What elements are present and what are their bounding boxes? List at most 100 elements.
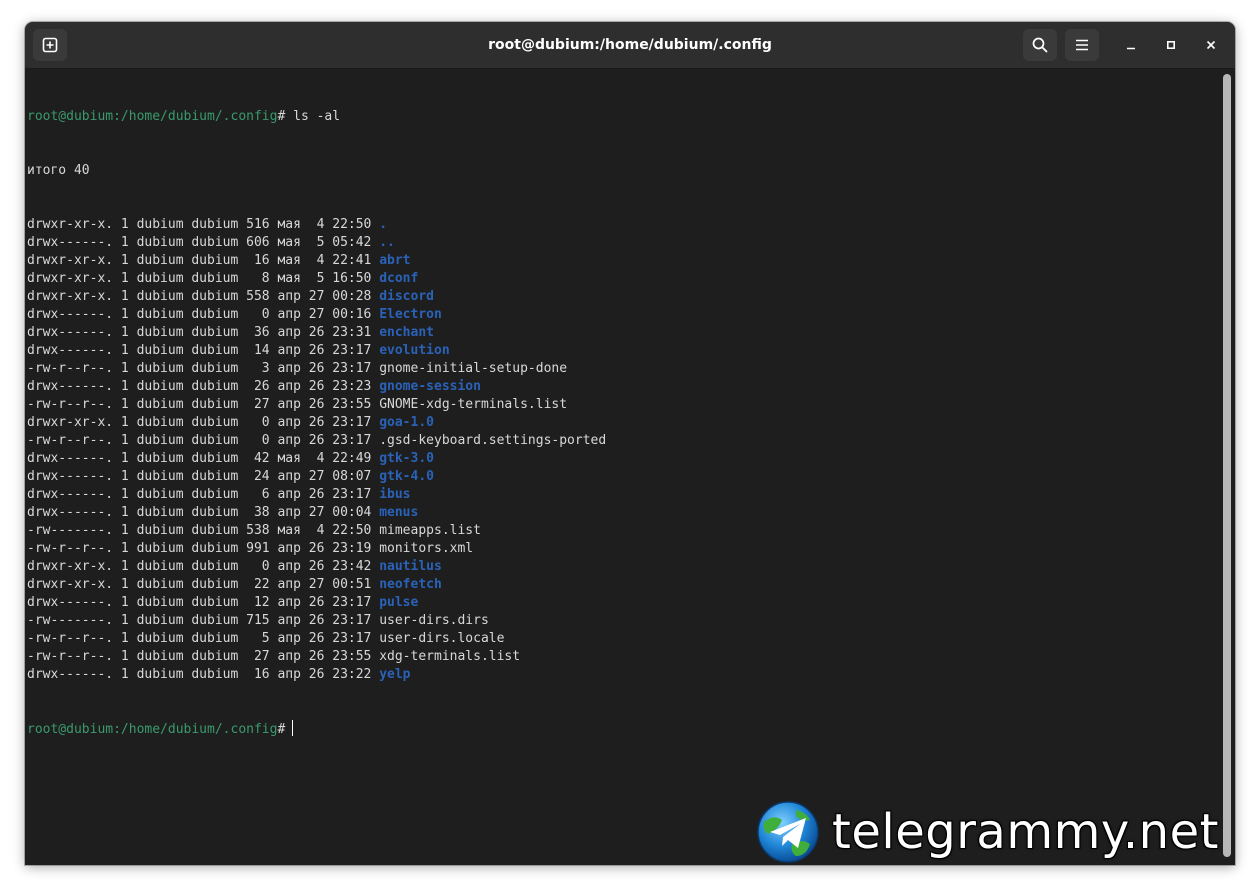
listing-row: -rw-r--r--. 1 dubium dubium 27 апр 26 23… <box>27 396 1221 414</box>
entry-meta: drwx------. 1 dubium dubium 12 апр 26 23… <box>27 595 380 610</box>
directory-name: neofetch <box>379 577 442 592</box>
terminal-window: root@dubium:/home/dubium/.config root@du… <box>25 22 1235 865</box>
entry-meta: drwxr-xr-x. 1 dubium dubium 16 мая 4 22:… <box>27 253 380 268</box>
entry-meta: drwxr-xr-x. 1 dubium dubium 8 мая 5 16:5… <box>27 271 380 286</box>
entry-meta: drwx------. 1 dubium dubium 16 апр 26 23… <box>27 667 380 682</box>
file-name: mimeapps.list <box>379 523 481 538</box>
text-cursor <box>292 720 294 736</box>
file-name: xdg-terminals.list <box>379 649 521 664</box>
watermark: telegrammy.net <box>756 800 1246 865</box>
prompt-user: root@dubium <box>27 722 114 737</box>
file-name: monitors.xml <box>379 541 474 556</box>
prompt-user: root@dubium <box>27 109 114 124</box>
directory-name: goa-1.0 <box>379 415 434 430</box>
listing-row: drwx------. 1 dubium dubium 36 апр 26 23… <box>27 324 1221 342</box>
entry-meta: drwxr-xr-x. 1 dubium dubium 22 апр 27 00… <box>27 577 380 592</box>
directory-name: yelp <box>379 667 411 682</box>
entry-meta: drwxr-xr-x. 1 dubium dubium 0 апр 26 23:… <box>27 559 380 574</box>
entry-meta: -rw-r--r--. 1 dubium dubium 0 апр 26 23:… <box>27 433 380 448</box>
directory-name: abrt <box>379 253 411 268</box>
listing-row: drwx------. 1 dubium dubium 24 апр 27 08… <box>27 468 1221 486</box>
command-text: ls -al <box>285 109 341 124</box>
maximize-button[interactable] <box>1159 33 1183 57</box>
listing-row: drwxr-xr-x. 1 dubium dubium 516 мая 4 22… <box>27 216 1221 234</box>
menu-button[interactable] <box>1065 29 1099 61</box>
search-icon <box>1032 37 1048 53</box>
prompt-path: :/home/dubium/.config <box>113 109 278 124</box>
entry-meta: drwx------. 1 dubium dubium 0 апр 27 00:… <box>27 307 380 322</box>
listing: drwxr-xr-x. 1 dubium dubium 516 мая 4 22… <box>27 216 1221 684</box>
terminal-output[interactable]: root@dubium:/home/dubium/.config# ls -al… <box>25 69 1221 865</box>
entry-meta: drwx------. 1 dubium dubium 26 апр 26 23… <box>27 379 380 394</box>
entry-meta: -rw-r--r--. 1 dubium dubium 991 апр 26 2… <box>27 541 380 556</box>
directory-name: dconf <box>379 271 419 286</box>
listing-row: drwx------. 1 dubium dubium 606 мая 5 05… <box>27 234 1221 252</box>
scrollbar[interactable] <box>1223 74 1231 857</box>
listing-row: drwx------. 1 dubium dubium 26 апр 26 23… <box>27 378 1221 396</box>
close-icon <box>1206 40 1216 50</box>
directory-name: discord <box>379 289 434 304</box>
listing-row: -rw-------. 1 dubium dubium 715 апр 26 2… <box>27 612 1221 630</box>
listing-row: -rw-r--r--. 1 dubium dubium 991 апр 26 2… <box>27 540 1221 558</box>
listing-row: drwx------. 1 dubium dubium 12 апр 26 23… <box>27 594 1221 612</box>
listing-row: -rw-r--r--. 1 dubium dubium 3 апр 26 23:… <box>27 360 1221 378</box>
new-tab-icon <box>42 37 58 53</box>
watermark-text: telegrammy.net <box>832 804 1219 860</box>
minimize-icon <box>1127 47 1135 50</box>
directory-name: enchant <box>379 325 434 340</box>
window-title: root@dubium:/home/dubium/.config <box>488 37 772 53</box>
prompt-path: :/home/dubium/.config <box>113 722 278 737</box>
file-name: user-dirs.locale <box>379 631 505 646</box>
directory-name: nautilus <box>379 559 442 574</box>
directory-name: evolution <box>379 343 450 358</box>
file-name: gnome-initial-setup-done <box>379 361 568 376</box>
file-name: GNOME-xdg-terminals.list <box>379 397 568 412</box>
entry-meta: -rw-------. 1 dubium dubium 538 мая 4 22… <box>27 523 380 538</box>
entry-meta: -rw-------. 1 dubium dubium 715 апр 26 2… <box>27 613 380 628</box>
listing-row: drwxr-xr-x. 1 dubium dubium 8 мая 5 16:5… <box>27 270 1221 288</box>
listing-row: -rw-------. 1 dubium dubium 538 мая 4 22… <box>27 522 1221 540</box>
entry-meta: -rw-r--r--. 1 dubium dubium 27 апр 26 23… <box>27 649 380 664</box>
listing-row: drwxr-xr-x. 1 dubium dubium 0 апр 26 23:… <box>27 558 1221 576</box>
directory-name: Electron <box>379 307 442 322</box>
directory-name: gtk-3.0 <box>379 451 434 466</box>
listing-row: drwxr-xr-x. 1 dubium dubium 558 апр 27 0… <box>27 288 1221 306</box>
listing-row: drwx------. 1 dubium dubium 42 мая 4 22:… <box>27 450 1221 468</box>
listing-row: drwx------. 1 dubium dubium 14 апр 26 23… <box>27 342 1221 360</box>
close-button[interactable] <box>1199 33 1223 57</box>
maximize-icon <box>1166 40 1176 50</box>
listing-row: drwxr-xr-x. 1 dubium dubium 22 апр 27 00… <box>27 576 1221 594</box>
listing-row: drwx------. 1 dubium dubium 38 апр 27 00… <box>27 504 1221 522</box>
entry-meta: drwx------. 1 dubium dubium 606 мая 5 05… <box>27 235 380 250</box>
entry-meta: drwx------. 1 dubium dubium 6 апр 26 23:… <box>27 487 380 502</box>
entry-meta: drwx------. 1 dubium dubium 24 апр 27 08… <box>27 469 380 484</box>
entry-meta: drwx------. 1 dubium dubium 38 апр 27 00… <box>27 505 380 520</box>
listing-row: drwxr-xr-x. 1 dubium dubium 0 апр 26 23:… <box>27 414 1221 432</box>
directory-name: pulse <box>379 595 419 610</box>
listing-row: -rw-r--r--. 1 dubium dubium 0 апр 26 23:… <box>27 432 1221 450</box>
entry-meta: drwxr-xr-x. 1 dubium dubium 0 апр 26 23:… <box>27 415 380 430</box>
telegram-globe-icon <box>757 801 819 863</box>
listing-row: drwx------. 1 dubium dubium 0 апр 27 00:… <box>27 306 1221 324</box>
entry-meta: drwx------. 1 dubium dubium 36 апр 26 23… <box>27 325 380 340</box>
directory-name: ibus <box>379 487 411 502</box>
listing-row: drwxr-xr-x. 1 dubium dubium 16 мая 4 22:… <box>27 252 1221 270</box>
hamburger-menu-icon <box>1076 39 1088 51</box>
total-line: итого 40 <box>27 163 90 178</box>
listing-row: -rw-r--r--. 1 dubium dubium 27 апр 26 23… <box>27 648 1221 666</box>
entry-meta: drwxr-xr-x. 1 dubium dubium 516 мая 4 22… <box>27 217 380 232</box>
directory-name: menus <box>379 505 419 520</box>
prompt-symbol: # <box>277 722 286 737</box>
current-prompt-line: root@dubium:/home/dubium/.config# <box>27 720 1221 738</box>
directory-name: . <box>379 217 388 232</box>
minimize-button[interactable] <box>1119 33 1143 57</box>
entry-meta: -rw-r--r--. 1 dubium dubium 5 апр 26 23:… <box>27 631 380 646</box>
listing-row: drwx------. 1 dubium dubium 6 апр 26 23:… <box>27 486 1221 504</box>
search-button[interactable] <box>1023 29 1057 61</box>
entry-meta: drwxr-xr-x. 1 dubium dubium 558 апр 27 0… <box>27 289 380 304</box>
entry-meta: drwx------. 1 dubium dubium 42 мая 4 22:… <box>27 451 380 466</box>
entry-meta: -rw-r--r--. 1 dubium dubium 27 апр 26 23… <box>27 397 380 412</box>
entry-meta: drwx------. 1 dubium dubium 14 апр 26 23… <box>27 343 380 358</box>
new-tab-button[interactable] <box>33 29 67 61</box>
directory-name: .. <box>379 235 395 250</box>
